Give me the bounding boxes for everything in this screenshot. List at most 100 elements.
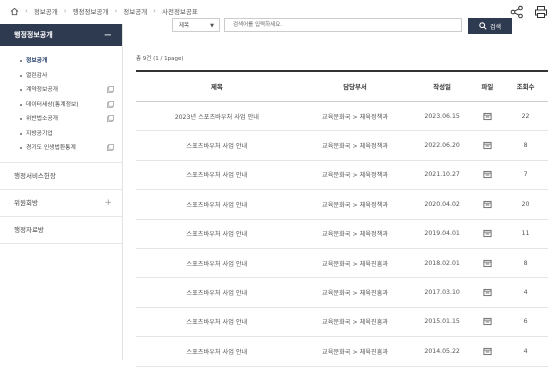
breadcrumb-item-current: 사전정보공표 (161, 8, 198, 16)
external-link-icon (107, 144, 114, 151)
file-download-icon[interactable] (483, 347, 492, 356)
row-file[interactable] (471, 248, 504, 279)
row-views: 6 (503, 307, 548, 338)
row-department: 교육문화국 > 체육진흥과 (297, 307, 413, 338)
table-row[interactable]: 스포츠바우처 사업 안내 교육문화국 > 체육진흥과 2018.02.01 8 (136, 248, 548, 279)
table-row[interactable]: 스포츠바우처 사업 안내 교육문화국 > 체육정책과 2019.04.01 11 (136, 219, 548, 249)
file-download-icon[interactable] (483, 317, 492, 326)
external-link-icon (107, 100, 114, 108)
sidebar-menu-archive[interactable]: 행정자료방 (0, 217, 122, 244)
row-file[interactable] (471, 336, 504, 367)
column-title: 제목 (136, 71, 298, 102)
sidebar-item-gyeonggi-stats[interactable]: 경기도 인생법환통계 (0, 141, 122, 156)
row-date: 2017.03.10 (412, 277, 472, 308)
sidebar-header[interactable]: 행정정보공개 − (0, 24, 122, 46)
row-date: 2022.06.20 (412, 130, 472, 161)
row-views: 8 (503, 248, 548, 279)
home-icon[interactable] (10, 7, 19, 16)
sidebar-item-data-world[interactable]: 데이터세상(통계정보) (0, 98, 122, 113)
breadcrumb-item[interactable]: 행정정보공개 (73, 6, 109, 16)
row-file[interactable] (471, 307, 504, 338)
sidebar-menu-charter[interactable]: 행정서비스헌장 (0, 163, 122, 190)
row-title[interactable]: 스포츠바우처 사업 안내 (136, 277, 298, 308)
sidebar-item-violation[interactable]: 위반법소공개 (0, 112, 122, 127)
table-row[interactable]: 스포츠바우처 사업 안내 교육문화국 > 체육진흥과 2015.01.15 6 (136, 307, 548, 338)
table-row[interactable]: 스포츠바우처 사업 안내 교육문화국 > 체육정책과 2020.04.02 20 (136, 189, 548, 220)
row-file[interactable] (471, 219, 504, 249)
file-download-icon[interactable] (483, 112, 492, 121)
sidebar-menu-label: 행정자료방 (14, 225, 44, 234)
sidebar-item-label: 위반법소공개 (26, 116, 58, 122)
file-download-icon[interactable] (483, 170, 492, 179)
sidebar: 행정정보공개 − 정보공개 열린감사 계약정보공개 데이터세상(통계정보) 위반… (0, 24, 123, 360)
table-row[interactable]: 2023년 스포츠바우처 사업 안내 교육문화국 > 체육정책과 2023.06.1… (136, 101, 548, 132)
row-title[interactable]: 스포츠바우처 사업 안내 (136, 248, 298, 279)
row-title[interactable]: 스포츠바우처 사업 안내 (136, 130, 298, 161)
row-views: 4 (503, 336, 548, 367)
row-date: 2020.04.02 (412, 189, 472, 220)
share-icon[interactable] (510, 5, 524, 19)
row-title[interactable]: 스포츠바우처 사업 안내 (136, 219, 298, 249)
table-row[interactable]: 스포츠바우처 사업 안내 교육문화국 > 체육진흥과 2017.03.10 4 (136, 277, 548, 308)
row-department: 교육문화국 > 체육진흥과 (297, 336, 413, 367)
board-table-wrap: 제목 담당부서 작성일 파일 조회수 2023년 스포츠바우처 사업 안내 교육문… (136, 70, 548, 367)
row-title[interactable]: 스포츠바우처 사업 안내 (136, 160, 298, 191)
breadcrumb-item[interactable]: 정보공개 (34, 6, 58, 16)
row-title[interactable]: 스포츠바우처 사업 안내 (136, 189, 298, 220)
row-date: 2023.06.15 (412, 101, 472, 132)
row-views: 4 (503, 277, 548, 308)
row-file[interactable] (471, 277, 504, 308)
sidebar-menu-label: 위원회방 (14, 198, 38, 207)
expand-icon[interactable]: + (104, 190, 112, 216)
row-department: 교육문화국 > 체육진흥과 (297, 248, 413, 279)
table-row[interactable]: 스포츠바우처 사업 안내 교육문화국 > 체육정책과 2022.06.20 8 (136, 130, 548, 161)
sidebar-menu-label: 행정서비스헌장 (14, 171, 56, 180)
sidebar-submenu: 정보공개 열린감사 계약정보공개 데이터세상(통계정보) 위반법소공개 지방공기… (0, 46, 122, 163)
chevron-right-icon: › (114, 7, 118, 15)
sidebar-item-label: 정보공개 (26, 58, 48, 64)
table-row[interactable]: 스포츠바우처 사업 안내 교육문화국 > 체육진흥과 2014.05.22 4 (136, 336, 548, 367)
search-type-select[interactable]: 제목 ▼ (172, 18, 220, 32)
sidebar-item-audit[interactable]: 열린감사 (0, 69, 122, 84)
search-button-label: 검색 (489, 23, 502, 31)
row-file[interactable] (471, 160, 504, 191)
sidebar-item-info-disclosure[interactable]: 정보공개 (0, 54, 122, 69)
row-department: 교육문화국 > 체육정책과 (297, 219, 413, 249)
row-views: 7 (503, 160, 548, 191)
row-file[interactable] (471, 101, 504, 132)
caret-down-icon: ▼ (210, 23, 214, 29)
sidebar-item-label: 계약정보공개 (26, 87, 58, 93)
file-download-icon[interactable] (483, 200, 492, 209)
sidebar-menu-committee[interactable]: 위원회방 + (0, 190, 122, 217)
file-download-icon[interactable] (483, 141, 492, 150)
row-department: 교육문화국 > 체육진흥과 (297, 277, 413, 308)
file-download-icon[interactable] (483, 229, 492, 238)
row-date: 2018.02.01 (412, 248, 472, 279)
file-download-icon[interactable] (483, 259, 492, 268)
chevron-right-icon: › (153, 7, 156, 15)
breadcrumb-item[interactable]: 정보공개 (123, 6, 147, 16)
sidebar-item-public-enterprise[interactable]: 지방공기업 (0, 127, 122, 142)
file-download-icon[interactable] (483, 288, 492, 297)
row-title[interactable]: 스포츠바우처 사업 안내 (136, 307, 298, 338)
row-department: 교육문화국 > 체육정책과 (297, 130, 413, 161)
search-icon (479, 22, 487, 30)
row-title[interactable]: 스포츠바우처 사업 안내 (136, 336, 298, 367)
search-bar: 제목 ▼ 검색어를 입력하세요. 검색 (168, 18, 530, 34)
row-department: 교육문화국 > 체육정책과 (297, 101, 413, 132)
search-input[interactable]: 검색어를 입력하세요. (224, 18, 462, 32)
table-header-row: 제목 담당부서 작성일 파일 조회수 (136, 71, 548, 102)
row-file[interactable] (471, 130, 504, 161)
print-icon[interactable] (534, 5, 548, 19)
row-date: 2014.05.22 (412, 336, 472, 367)
sidebar-item-label: 경기도 인생법환통계 (26, 145, 76, 151)
column-date: 작성일 (412, 71, 472, 102)
search-button[interactable]: 검색 (468, 18, 512, 34)
row-file[interactable] (471, 189, 504, 220)
row-title[interactable]: 2023년 스포츠바우처 사업 안내 (136, 101, 298, 132)
column-department: 담당부서 (297, 71, 413, 102)
collapse-icon[interactable]: − (104, 30, 112, 41)
table-row[interactable]: 스포츠바우처 사업 안내 교육문화국 > 체육정책과 2021.10.27 7 (136, 160, 548, 191)
sidebar-item-contract[interactable]: 계약정보공개 (0, 83, 122, 98)
sidebar-item-label: 지방공기업 (26, 130, 53, 137)
